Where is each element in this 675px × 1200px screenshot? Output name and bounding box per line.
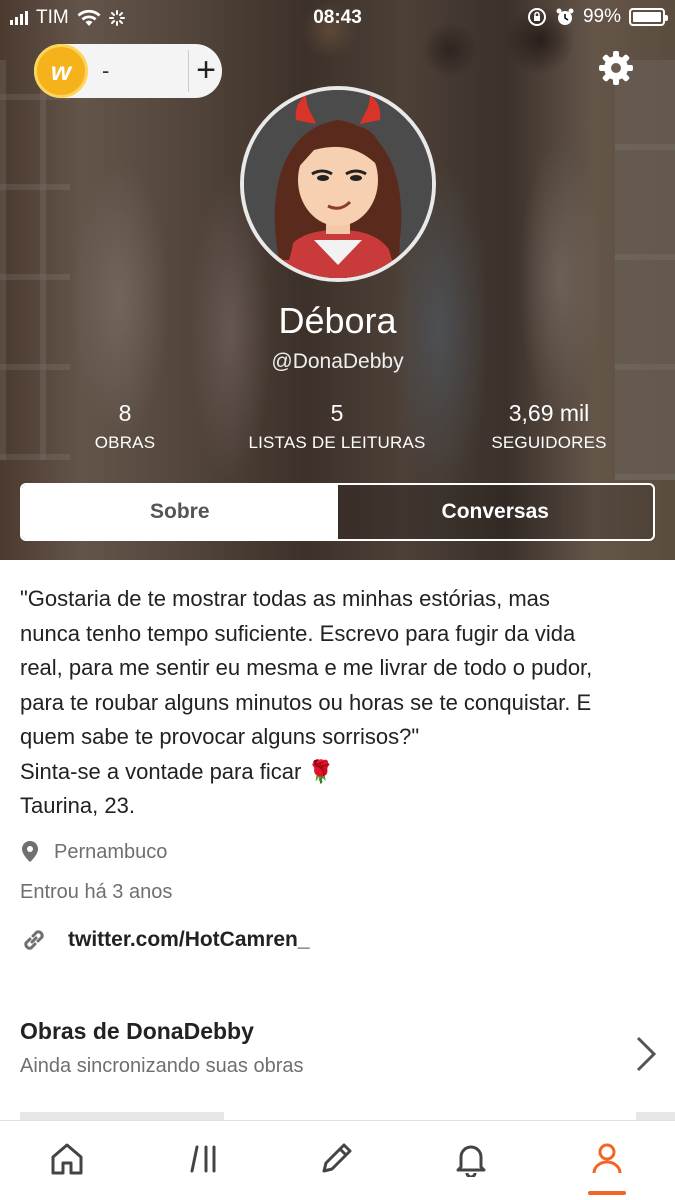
nav-write[interactable] — [316, 1137, 356, 1181]
stat-reading-lists-label: LISTAS DE LEITURAS — [248, 433, 426, 452]
bio-line: Sinta-se a vontade para ficar 🌹 — [20, 758, 335, 784]
avatar-illustration — [244, 90, 432, 278]
link-icon — [24, 930, 44, 950]
active-tab-indicator — [588, 1191, 626, 1195]
stat-works[interactable]: 8 OBRAS — [75, 400, 175, 453]
tab-conversations[interactable]: Conversas — [337, 485, 653, 539]
bio-line: para te roubar alguns minutos ou horas s… — [20, 689, 592, 715]
link-text[interactable]: twitter.com/HotCamren_ — [68, 928, 310, 952]
coin-icon: w — [34, 44, 88, 98]
nav-home[interactable] — [47, 1137, 87, 1181]
nav-library[interactable] — [185, 1137, 225, 1181]
nav-notifications[interactable] — [451, 1137, 491, 1181]
bio-line: quem sabe te provocar alguns sorrisos?" — [20, 724, 420, 749]
chevron-right-icon[interactable] — [634, 1034, 658, 1074]
bell-icon — [456, 1145, 486, 1177]
alarm-icon — [556, 8, 574, 25]
work-card-peek — [20, 1112, 224, 1120]
bio-line: real, para me sentir eu mesma e me livra… — [20, 655, 593, 680]
bottom-nav — [0, 1120, 675, 1200]
profile-joined: Entrou há 3 anos — [20, 881, 172, 904]
stat-followers-label: SEGUIDORES — [491, 433, 607, 452]
stat-works-value: 8 — [118, 400, 132, 426]
profile-tabs: Sobre Conversas — [20, 483, 655, 541]
location-text: Pernambuco — [54, 840, 168, 863]
stat-followers[interactable]: 3,69 mil SEGUIDORES — [479, 400, 619, 453]
stat-reading-lists[interactable]: 5 LISTAS DE LEITURAS — [237, 400, 437, 453]
status-bar: TIM 08:43 99% — [0, 0, 675, 36]
nav-profile[interactable] — [587, 1137, 627, 1181]
bio-line: "Gostaria de te mostrar todas as minhas … — [20, 586, 550, 611]
profile-bio: "Gostaria de te mostrar todas as minhas … — [20, 582, 660, 824]
tab-about[interactable]: Sobre — [22, 485, 338, 539]
profile-link[interactable]: twitter.com/HotCamren_ — [20, 926, 310, 954]
profile-username: @DonaDebby — [271, 350, 404, 373]
location-pin-icon — [22, 841, 38, 862]
stat-reading-lists-value: 5 — [330, 400, 344, 426]
library-icon — [190, 1145, 216, 1173]
works-section[interactable]: Obras de DonaDebby Ainda sincronizando s… — [20, 1018, 660, 1078]
coins-widget[interactable]: w - + — [34, 44, 222, 98]
coin-count: - — [102, 58, 110, 83]
bio-line: Taurina, 23. — [20, 793, 135, 818]
add-coins-button[interactable]: + — [194, 53, 218, 88]
stat-followers-value: 3,69 mil — [508, 400, 590, 426]
rotation-lock-icon — [527, 8, 546, 26]
home-icon — [51, 1143, 83, 1175]
stat-works-label: OBRAS — [94, 433, 156, 452]
profile-location: Pernambuco — [20, 840, 167, 864]
pencil-icon — [322, 1143, 352, 1173]
coin-divider — [188, 50, 189, 92]
battery-fill — [633, 12, 661, 22]
bio-line: nunca tenho tempo suficiente. Escrevo pa… — [20, 620, 576, 646]
person-icon — [592, 1143, 622, 1174]
profile-name: Débora — [278, 300, 397, 341]
works-subtitle: Ainda sincronizando suas obras — [20, 1055, 304, 1077]
battery-percent: 99% — [582, 6, 621, 27]
gear-icon[interactable] — [598, 50, 634, 86]
joined-text: Entrou há 3 anos — [20, 881, 173, 903]
works-title: Obras de DonaDebby — [20, 1018, 254, 1044]
avatar[interactable] — [240, 86, 436, 282]
battery-icon — [629, 8, 668, 26]
work-card-peek — [636, 1112, 675, 1120]
